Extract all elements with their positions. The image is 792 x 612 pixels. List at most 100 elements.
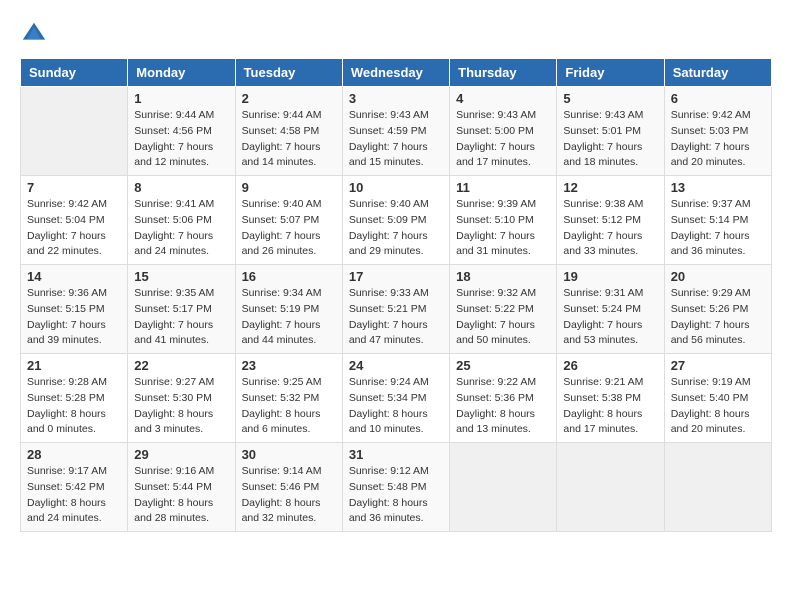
calendar-cell	[557, 443, 664, 532]
day-number: 20	[671, 269, 765, 284]
day-header-monday: Monday	[128, 59, 235, 87]
calendar-cell: 22Sunrise: 9:27 AMSunset: 5:30 PMDayligh…	[128, 354, 235, 443]
day-info: Sunrise: 9:16 AMSunset: 5:44 PMDaylight:…	[134, 464, 228, 527]
calendar-cell	[21, 87, 128, 176]
calendar-cell: 1 Sunrise: 9:44 AMSunset: 4:56 PMDaylight…	[128, 87, 235, 176]
calendar-cell: 9Sunrise: 9:40 AMSunset: 5:07 PMDaylight…	[235, 176, 342, 265]
day-number: 29	[134, 447, 228, 462]
calendar-cell: 10 Sunrise: 9:40 AMSunset: 5:09 PMDayligh…	[342, 176, 449, 265]
day-number: 8	[134, 180, 228, 195]
day-header-wednesday: Wednesday	[342, 59, 449, 87]
calendar-cell: 15 Sunrise: 9:35 AMSunset: 5:17 PMDayligh…	[128, 265, 235, 354]
calendar-cell: 14 Sunrise: 9:36 AMSunset: 5:15 PMDayligh…	[21, 265, 128, 354]
day-info: Sunrise: 9:41 AMSunset: 5:06 PMDaylight:…	[134, 197, 228, 260]
day-info: Sunrise: 9:12 AMSunset: 5:48 PMDaylight:…	[349, 464, 443, 527]
day-info: Sunrise: 9:35 AMSunset: 5:17 PMDaylight:…	[134, 286, 228, 349]
day-info: Sunrise: 9:25 AMSunset: 5:32 PMDaylight:…	[242, 375, 336, 438]
day-info: Sunrise: 9:34 AMSunset: 5:19 PMDaylight:…	[242, 286, 336, 349]
week-row-5: 28 Sunrise: 9:17 AMSunset: 5:42 PMDayligh…	[21, 443, 772, 532]
day-number: 5	[563, 91, 657, 106]
day-info: Sunrise: 9:42 AMSunset: 5:04 PMDaylight:…	[27, 197, 121, 260]
day-info: Sunrise: 9:28 AMSunset: 5:28 PMDaylight:…	[27, 375, 121, 438]
day-number: 15	[134, 269, 228, 284]
day-info: Sunrise: 9:22 AMSunset: 5:36 PMDaylight:…	[456, 375, 550, 438]
calendar-cell: 30 Sunrise: 9:14 AMSunset: 5:46 PMDayligh…	[235, 443, 342, 532]
day-number: 21	[27, 358, 121, 373]
day-number: 9	[242, 180, 336, 195]
logo-icon	[20, 20, 48, 48]
calendar-cell: 25 Sunrise: 9:22 AMSunset: 5:36 PMDayligh…	[450, 354, 557, 443]
calendar-cell: 6 Sunrise: 9:42 AMSunset: 5:03 PMDaylight…	[664, 87, 771, 176]
calendar-cell: 8 Sunrise: 9:41 AMSunset: 5:06 PMDaylight…	[128, 176, 235, 265]
day-number: 17	[349, 269, 443, 284]
calendar-cell: 19Sunrise: 9:31 AMSunset: 5:24 PMDayligh…	[557, 265, 664, 354]
logo	[20, 20, 52, 48]
day-info: Sunrise: 9:17 AMSunset: 5:42 PMDaylight:…	[27, 464, 121, 527]
calendar-table: SundayMondayTuesdayWednesdayThursdayFrid…	[20, 58, 772, 532]
day-header-friday: Friday	[557, 59, 664, 87]
day-info: Sunrise: 9:21 AMSunset: 5:38 PMDaylight:…	[563, 375, 657, 438]
day-number: 22	[134, 358, 228, 373]
day-number: 3	[349, 91, 443, 106]
calendar-cell: 17 Sunrise: 9:33 AMSunset: 5:21 PMDayligh…	[342, 265, 449, 354]
day-number: 23	[242, 358, 336, 373]
day-number: 11	[456, 180, 550, 195]
day-number: 27	[671, 358, 765, 373]
calendar-cell: 20 Sunrise: 9:29 AMSunset: 5:26 PMDayligh…	[664, 265, 771, 354]
calendar-cell: 18 Sunrise: 9:32 AMSunset: 5:22 PMDayligh…	[450, 265, 557, 354]
day-info: Sunrise: 9:32 AMSunset: 5:22 PMDaylight:…	[456, 286, 550, 349]
calendar-cell: 12 Sunrise: 9:38 AMSunset: 5:12 PMDayligh…	[557, 176, 664, 265]
day-number: 30	[242, 447, 336, 462]
day-number: 28	[27, 447, 121, 462]
calendar-cell: 24 Sunrise: 9:24 AMSunset: 5:34 PMDayligh…	[342, 354, 449, 443]
day-info: Sunrise: 9:44 AMSunset: 4:58 PMDaylight:…	[242, 108, 336, 171]
day-number: 16	[242, 269, 336, 284]
day-info: Sunrise: 9:29 AMSunset: 5:26 PMDaylight:…	[671, 286, 765, 349]
day-info: Sunrise: 9:37 AMSunset: 5:14 PMDaylight:…	[671, 197, 765, 260]
day-info: Sunrise: 9:38 AMSunset: 5:12 PMDaylight:…	[563, 197, 657, 260]
day-info: Sunrise: 9:39 AMSunset: 5:10 PMDaylight:…	[456, 197, 550, 260]
day-header-saturday: Saturday	[664, 59, 771, 87]
calendar-cell: 7 Sunrise: 9:42 AMSunset: 5:04 PMDaylight…	[21, 176, 128, 265]
day-number: 14	[27, 269, 121, 284]
day-info: Sunrise: 9:42 AMSunset: 5:03 PMDaylight:…	[671, 108, 765, 171]
calendar-cell: 5 Sunrise: 9:43 AMSunset: 5:01 PMDaylight…	[557, 87, 664, 176]
calendar-cell: 29 Sunrise: 9:16 AMSunset: 5:44 PMDayligh…	[128, 443, 235, 532]
day-number: 1	[134, 91, 228, 106]
day-number: 24	[349, 358, 443, 373]
day-number: 18	[456, 269, 550, 284]
calendar-cell: 13Sunrise: 9:37 AMSunset: 5:14 PMDayligh…	[664, 176, 771, 265]
day-number: 31	[349, 447, 443, 462]
week-row-1: 1 Sunrise: 9:44 AMSunset: 4:56 PMDaylight…	[21, 87, 772, 176]
day-number: 6	[671, 91, 765, 106]
calendar-cell: 16 Sunrise: 9:34 AMSunset: 5:19 PMDayligh…	[235, 265, 342, 354]
day-info: Sunrise: 9:43 AMSunset: 5:01 PMDaylight:…	[563, 108, 657, 171]
day-number: 25	[456, 358, 550, 373]
day-info: Sunrise: 9:19 AMSunset: 5:40 PMDaylight:…	[671, 375, 765, 438]
day-info: Sunrise: 9:36 AMSunset: 5:15 PMDaylight:…	[27, 286, 121, 349]
calendar-cell: 23 Sunrise: 9:25 AMSunset: 5:32 PMDayligh…	[235, 354, 342, 443]
calendar-cell: 21 Sunrise: 9:28 AMSunset: 5:28 PMDayligh…	[21, 354, 128, 443]
day-info: Sunrise: 9:33 AMSunset: 5:21 PMDaylight:…	[349, 286, 443, 349]
day-number: 10	[349, 180, 443, 195]
day-info: Sunrise: 9:44 AMSunset: 4:56 PMDaylight:…	[134, 108, 228, 171]
day-header-tuesday: Tuesday	[235, 59, 342, 87]
day-header-thursday: Thursday	[450, 59, 557, 87]
day-number: 26	[563, 358, 657, 373]
week-row-2: 7 Sunrise: 9:42 AMSunset: 5:04 PMDaylight…	[21, 176, 772, 265]
day-info: Sunrise: 9:43 AMSunset: 4:59 PMDaylight:…	[349, 108, 443, 171]
calendar-cell: 28 Sunrise: 9:17 AMSunset: 5:42 PMDayligh…	[21, 443, 128, 532]
week-row-3: 14 Sunrise: 9:36 AMSunset: 5:15 PMDayligh…	[21, 265, 772, 354]
day-number: 7	[27, 180, 121, 195]
calendar-cell: 2Sunrise: 9:44 AMSunset: 4:58 PMDaylight…	[235, 87, 342, 176]
day-number: 12	[563, 180, 657, 195]
calendar-cell: 26 Sunrise: 9:21 AMSunset: 5:38 PMDayligh…	[557, 354, 664, 443]
calendar-cell: 4Sunrise: 9:43 AMSunset: 5:00 PMDaylight…	[450, 87, 557, 176]
day-info: Sunrise: 9:14 AMSunset: 5:46 PMDaylight:…	[242, 464, 336, 527]
calendar-cell: 11 Sunrise: 9:39 AMSunset: 5:10 PMDayligh…	[450, 176, 557, 265]
day-info: Sunrise: 9:24 AMSunset: 5:34 PMDaylight:…	[349, 375, 443, 438]
day-info: Sunrise: 9:43 AMSunset: 5:00 PMDaylight:…	[456, 108, 550, 171]
day-info: Sunrise: 9:40 AMSunset: 5:09 PMDaylight:…	[349, 197, 443, 260]
page-header	[20, 20, 772, 48]
calendar-cell: 3 Sunrise: 9:43 AMSunset: 4:59 PMDaylight…	[342, 87, 449, 176]
